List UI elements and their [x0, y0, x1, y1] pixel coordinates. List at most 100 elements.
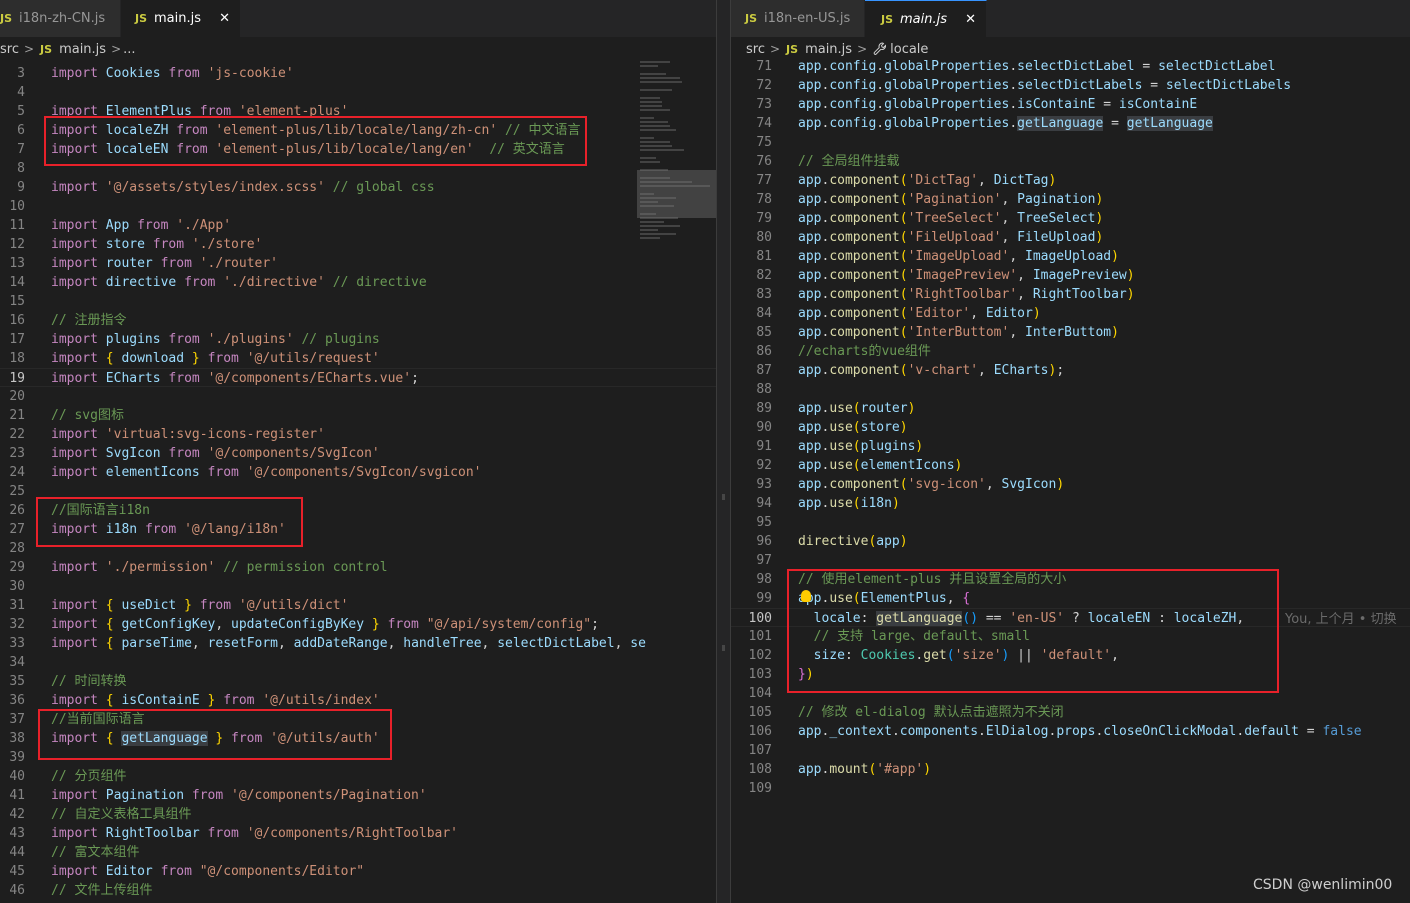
code-line[interactable]: 36 import { isContainE } from '@/utils/in… — [0, 691, 716, 710]
code-line[interactable]: 96 directive(app) — [731, 532, 1410, 551]
code-token: ( — [899, 287, 908, 302]
code-line[interactable]: 88 — [731, 380, 1410, 399]
code-line[interactable]: 19 import ECharts from '@/components/ECha… — [0, 368, 716, 387]
breadcrumb-folder[interactable]: src — [746, 42, 765, 57]
code-line[interactable]: 22 import 'virtual:svg-icons-register' — [0, 425, 716, 444]
breadcrumb-folder[interactable]: src — [0, 42, 19, 57]
code-line[interactable]: 11 import App from './App' — [0, 216, 716, 235]
code-line[interactable]: 30 — [0, 577, 716, 596]
code-line[interactable]: 86 //echarts的vue组件 — [731, 342, 1410, 361]
close-icon[interactable]: ✕ — [219, 11, 230, 26]
breadcrumb-file[interactable]: main.js — [805, 42, 852, 57]
code-line[interactable]: 76 // 全局组件挂载 — [731, 152, 1410, 171]
code-line[interactable]: 46 // 文件上传组件 — [0, 881, 716, 900]
code-line[interactable]: 39 — [0, 748, 716, 767]
code-line[interactable]: 81 app.component('ImageUpload', ImageUplo… — [731, 247, 1410, 266]
code-line[interactable]: 31 import { useDict } from '@/utils/dict' — [0, 596, 716, 615]
code-line[interactable]: 24 import elementIcons from '@/components… — [0, 463, 716, 482]
code-line[interactable]: 15 — [0, 292, 716, 311]
code-line[interactable]: 6 import localeZH from 'element-plus/lib/… — [0, 121, 716, 140]
code-line[interactable]: 78 app.component('Pagination', Pagination… — [731, 190, 1410, 209]
code-line[interactable]: 33 import { parseTime, resetForm, addDate… — [0, 634, 716, 653]
code-line[interactable]: 14 import directive from './directive' //… — [0, 273, 716, 292]
tab-i18n-zh-cn[interactable]: JS i18n-zh-CN.js — [0, 0, 121, 37]
code-line[interactable]: 98 // 使用element-plus 并且设置全局的大小 — [731, 570, 1410, 589]
code-line[interactable]: 23 import SvgIcon from '@/components/SvgI… — [0, 444, 716, 463]
code-line[interactable]: 89 app.use(router) — [731, 399, 1410, 418]
code-line[interactable]: 28 — [0, 539, 716, 558]
code-line[interactable]: 107 — [731, 741, 1410, 760]
code-line[interactable]: 77 app.component('DictTag', DictTag) — [731, 171, 1410, 190]
code-line[interactable]: 25 — [0, 482, 716, 501]
code-line[interactable]: 40 // 分页组件 — [0, 767, 716, 786]
code-line[interactable]: 91 app.use(plugins) — [731, 437, 1410, 456]
code-line[interactable]: 8 — [0, 159, 716, 178]
editor-group-divider[interactable] — [716, 0, 731, 903]
code-line[interactable]: 26 //国际语言i18n — [0, 501, 716, 520]
code-line[interactable]: 34 — [0, 653, 716, 672]
close-icon[interactable]: ✕ — [965, 12, 976, 27]
code-line[interactable]: 43 import RightToolbar from '@/components… — [0, 824, 716, 843]
code-line[interactable]: 85 app.component('InterButtom', InterButt… — [731, 323, 1410, 342]
code-line[interactable]: 9 import '@/assets/styles/index.scss' // … — [0, 178, 716, 197]
code-line[interactable]: 35 // 时间转换 — [0, 672, 716, 691]
code-line[interactable]: 45 import Editor from "@/components/Edito… — [0, 862, 716, 881]
code-line[interactable]: 5 import ElementPlus from 'element-plus' — [0, 102, 716, 121]
code-line[interactable]: 104 — [731, 684, 1410, 703]
code-line[interactable]: 16 // 注册指令 — [0, 311, 716, 330]
code-line[interactable]: 10 — [0, 197, 716, 216]
code-line[interactable]: 103}) — [731, 665, 1410, 684]
lightbulb-icon[interactable] — [801, 590, 811, 602]
code-line[interactable]: 94 app.use(i18n) — [731, 494, 1410, 513]
breadcrumb-more[interactable]: ... — [123, 42, 135, 57]
breadcrumb-symbol[interactable]: locale — [890, 42, 928, 57]
code-line[interactable]: 71 app.config.globalProperties.selectDict… — [731, 57, 1410, 76]
code-line[interactable]: 74 app.config.globalProperties.getLanguag… — [731, 114, 1410, 133]
code-line[interactable]: 12 import store from './store' — [0, 235, 716, 254]
minimap-slider[interactable] — [637, 170, 716, 218]
code-line[interactable]: 37 //当前国际语言 — [0, 710, 716, 729]
code-line[interactable]: 80 app.component('FileUpload', FileUpload… — [731, 228, 1410, 247]
code-line[interactable]: 99 app.use(ElementPlus, { — [731, 589, 1410, 608]
code-line[interactable]: 44 // 富文本组件 — [0, 843, 716, 862]
code-line[interactable]: 4 — [0, 83, 716, 102]
code-line[interactable]: 97 — [731, 551, 1410, 570]
tab-main-js[interactable]: JS main.js ✕ — [865, 0, 987, 37]
code-line[interactable]: 29 import './permission' // permission co… — [0, 558, 716, 577]
code-line[interactable]: 38 import { getLanguage } from '@/utils/a… — [0, 729, 716, 748]
tab-main-js[interactable]: JS main.js ✕ — [121, 0, 241, 37]
code-line[interactable]: 42 // 自定义表格工具组件 — [0, 805, 716, 824]
code-line[interactable]: 105 // 修改 el-dialog 默认点击遮照为不关闭 — [731, 703, 1410, 722]
code-line[interactable]: 32 import { getConfigKey, updateConfigByK… — [0, 615, 716, 634]
code-editor[interactable]: 3 import Cookies from 'js-cookie' 4 5 import… — [0, 61, 716, 903]
code-line[interactable]: 75 — [731, 133, 1410, 152]
breadcrumb-file[interactable]: main.js — [59, 42, 106, 57]
code-line[interactable]: 95 — [731, 513, 1410, 532]
code-line[interactable]: 92 app.use(elementIcons) — [731, 456, 1410, 475]
code-line[interactable]: 84 app.component('Editor', Editor) — [731, 304, 1410, 323]
code-line[interactable]: 72 app.config.globalProperties.selectDict… — [731, 76, 1410, 95]
code-line[interactable]: 90 app.use(store) — [731, 418, 1410, 437]
code-line[interactable]: 41 import Pagination from '@/components/P… — [0, 786, 716, 805]
code-line[interactable]: 108 app.mount('#app') — [731, 760, 1410, 779]
code-line[interactable]: 109 — [731, 779, 1410, 798]
tab-i18n-en-us[interactable]: JS i18n-en-US.js — [731, 0, 865, 37]
code-line[interactable]: 3 import Cookies from 'js-cookie' — [0, 64, 716, 83]
code-line[interactable]: 18 import { download } from '@/utils/requ… — [0, 349, 716, 368]
code-line[interactable]: 21 // svg图标 — [0, 406, 716, 425]
code-line[interactable]: 87 app.component('v-chart', ECharts); — [731, 361, 1410, 380]
code-editor[interactable]: 71 app.config.globalProperties.selectDict… — [731, 59, 1410, 903]
code-line[interactable]: 20 — [0, 387, 716, 406]
code-line[interactable]: 102 size: Cookies.get('size') || 'defaul… — [731, 646, 1410, 665]
code-line[interactable]: 7 import localeEN from 'element-plus/lib/… — [0, 140, 716, 159]
code-line[interactable]: 82 app.component('ImagePreview', ImagePre… — [731, 266, 1410, 285]
code-line[interactable]: 17 import plugins from './plugins' // plu… — [0, 330, 716, 349]
code-line[interactable]: 93 app.component('svg-icon', SvgIcon) — [731, 475, 1410, 494]
code-line[interactable]: 79 app.component('TreeSelect', TreeSelect… — [731, 209, 1410, 228]
code-line[interactable]: 13 import router from './router' — [0, 254, 716, 273]
code-line[interactable]: 27 import i18n from '@/lang/i18n' — [0, 520, 716, 539]
code-line[interactable]: 83 app.component('RightToolbar', RightToo… — [731, 285, 1410, 304]
code-line[interactable]: 106 app._context.components.ElDialog.prop… — [731, 722, 1410, 741]
code-line[interactable]: 101 // 支持 large、default、small — [731, 627, 1410, 646]
code-line[interactable]: 73 app.config.globalProperties.isContainE… — [731, 95, 1410, 114]
